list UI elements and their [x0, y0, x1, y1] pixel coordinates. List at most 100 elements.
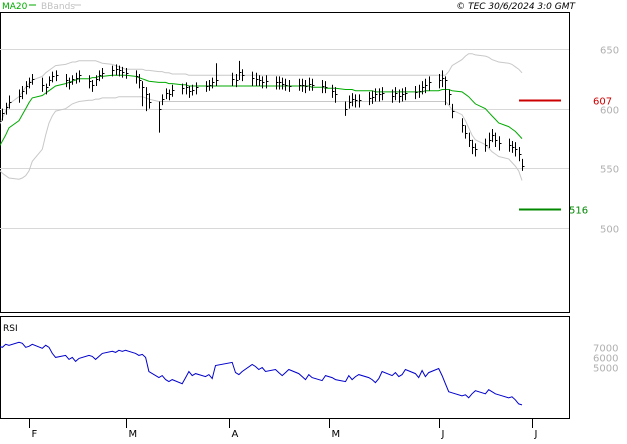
price-bar	[499, 136, 502, 151]
price-bar	[26, 81, 29, 95]
price-bar	[209, 79, 212, 91]
price-bar	[489, 132, 492, 149]
x-axis: FMAMJJ	[29, 418, 538, 440]
price-bar	[492, 129, 495, 143]
price-bar	[522, 158, 525, 171]
x-tick-label: J	[534, 429, 538, 440]
price-bar	[212, 77, 215, 89]
price-bar	[19, 89, 22, 103]
price-bar	[415, 85, 418, 100]
rsi-panel-frame	[0, 316, 570, 419]
y-tick-label: 650	[600, 46, 619, 57]
price-bar	[469, 132, 472, 147]
legend-ma20: MA20	[2, 2, 28, 12]
price-bar	[32, 73, 35, 85]
x-tick-label: F	[32, 429, 38, 440]
price-bar	[359, 94, 362, 108]
price-bar	[379, 88, 382, 102]
price-bar	[159, 101, 162, 133]
price-bar	[52, 71, 55, 83]
price-bar	[515, 142, 518, 157]
price-bar	[76, 72, 79, 84]
x-tick-label: J	[441, 429, 445, 440]
x-tick-label: A	[232, 429, 239, 440]
price-bar	[196, 82, 199, 95]
price-bar	[102, 68, 105, 79]
price-bar	[99, 70, 102, 82]
price-bar	[462, 118, 465, 133]
price-bar	[335, 87, 338, 103]
price-bar	[282, 77, 285, 90]
x-tick-label: M	[332, 429, 341, 440]
price-bar	[349, 95, 352, 109]
price-bar	[309, 77, 312, 91]
price-bar	[402, 88, 405, 102]
bb-upper-line	[0, 53, 523, 125]
price-bar	[236, 73, 239, 88]
price-bar	[452, 103, 455, 119]
price-y-axis: 500550600650	[600, 46, 619, 236]
price-bar	[442, 70, 445, 88]
price-bar	[299, 78, 302, 91]
level-label: 607	[593, 97, 612, 108]
copyright-text: © TEC 30/6/2024 3:0 GMT	[456, 2, 576, 12]
price-bar	[495, 132, 498, 147]
price-bar	[369, 91, 372, 106]
price-bar	[519, 146, 522, 162]
chart-canvas: MA20 BBands © TEC 30/6/2024 3:0 GMT 500 5…	[0, 2, 619, 440]
price-bar	[92, 79, 95, 92]
price-bar	[22, 85, 25, 100]
price-bar	[355, 94, 358, 108]
price-bar	[279, 76, 282, 90]
rsi-line	[0, 341, 523, 406]
price-bar	[29, 77, 32, 89]
price-bar	[345, 101, 348, 116]
price-bar	[262, 76, 265, 89]
price-bar	[139, 73, 142, 89]
price-bar	[429, 76, 432, 91]
price-bar	[46, 83, 49, 95]
price-panel-frame	[0, 12, 570, 313]
price-bar	[79, 70, 82, 83]
price-bar	[49, 76, 52, 86]
price-bar	[325, 81, 328, 94]
price-bar	[242, 69, 245, 82]
price-bar	[186, 82, 189, 95]
price-bar	[352, 93, 355, 107]
price-bar	[216, 63, 219, 86]
price-bars	[0, 60, 525, 171]
price-bar	[259, 75, 262, 86]
price-bar	[375, 88, 378, 102]
price-bar	[162, 94, 165, 106]
y-tick-label: 550	[600, 165, 619, 176]
price-bar	[9, 95, 12, 109]
price-bar	[485, 138, 488, 152]
price-bar	[302, 78, 305, 92]
rsi-tick-label: 5000	[593, 364, 618, 375]
price-bar	[166, 88, 169, 100]
rsi-line-layer	[0, 341, 523, 406]
price-bar	[172, 84, 175, 97]
price-bar	[189, 85, 192, 98]
price-bar	[439, 73, 442, 89]
price-bar	[206, 81, 209, 92]
legend-bbands: BBands	[41, 2, 75, 12]
x-tick-label: M	[129, 429, 138, 440]
price-bar	[395, 87, 398, 101]
rsi-y-axis: 700060005000	[593, 343, 618, 374]
price-bar	[445, 76, 448, 106]
price-bar	[465, 125, 468, 139]
price-bar	[285, 78, 288, 91]
price-bar	[89, 75, 92, 89]
price-bar	[276, 76, 279, 90]
price-bar	[305, 79, 308, 94]
price-bar	[332, 84, 335, 98]
price-bar	[69, 77, 72, 90]
price-bar	[419, 84, 422, 98]
price-levels: 607 516	[519, 97, 612, 217]
rsi-title: RSI	[3, 324, 18, 334]
price-bar	[449, 89, 452, 106]
ma20-line	[0, 74, 523, 147]
price-bar	[312, 78, 315, 91]
price-grid	[0, 49, 569, 229]
